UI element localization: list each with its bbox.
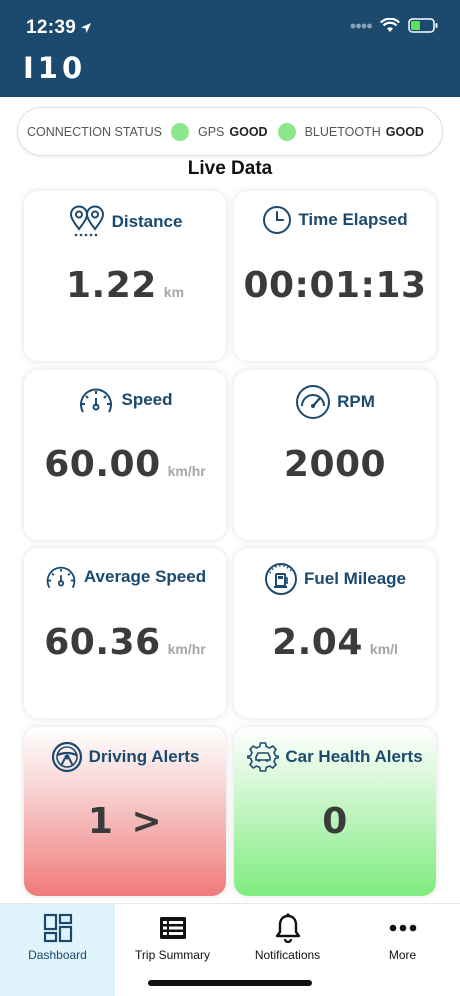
distance-value: 1.22 [65,265,157,306]
location-arrow-icon [81,23,92,33]
average-speed-label: Average Speed [83,567,207,586]
gps-label: GPS [197,124,225,139]
rpm-label: RPM [337,392,375,411]
list-icon [159,916,186,939]
rpm-card[interactable]: RPM 2000 [234,370,436,540]
fuel-mileage-card[interactable]: Fuel Mileage 2.04 km/l [234,548,436,718]
tab-more-label: More [388,948,417,962]
battery-icon [408,18,438,33]
page-title: I10 [23,51,87,85]
tab-more[interactable]: More [345,904,460,996]
speed-value-row: 60.00 km/hr [24,444,226,485]
speedometer-icon [46,566,76,589]
gps-status-dot [170,122,189,141]
status-time-text: 12:39 [26,17,77,38]
time-elapsed-label: Time Elapsed [298,210,408,229]
distance-card[interactable]: Distance 1.22 km [24,191,226,361]
driving-alerts-header: Driving Alerts [24,741,226,773]
bluetooth-status-dot [277,122,296,141]
distance-unit: km [163,284,185,300]
fuel-mileage-unit: km/l [369,641,398,657]
fuel-mileage-value-row: 2.04 km/l [234,622,436,663]
speedometer-icon [80,388,113,413]
tab-dashboard-label: Dashboard [28,948,87,962]
fuel-pump-icon [264,563,297,595]
fuel-mileage-label: Fuel Mileage [303,569,407,588]
time-elapsed-card[interactable]: Time Elapsed 00:01:13 [234,191,436,361]
fuel-mileage-value: 2.04 [272,622,363,663]
status-bar-indicators [350,18,438,33]
rpm-value: 2000 [283,444,387,485]
tab-trip-summary-label: Trip Summary [135,948,210,962]
app-screen: 12:39 I10 CONNECTION STATUS GPS GOOD BLU… [0,0,460,996]
time-elapsed-value: 00:01:13 [243,265,427,306]
car-health-alerts-label: Car Health Alerts [285,747,423,766]
car-health-alerts-card[interactable]: Car Health Alerts 0 [234,727,436,896]
bluetooth-label: BLUETOOTH [304,124,381,139]
more-dots-icon [389,924,416,931]
tab-dashboard[interactable]: Dashboard [0,904,115,996]
fuel-mileage-header: Fuel Mileage [234,562,436,596]
driving-alerts-card[interactable]: Driving Alerts 1 > [24,727,226,896]
time-elapsed-value-row: 00:01:13 [234,265,436,306]
average-speed-value: 60.36 [44,622,161,663]
steering-wheel-icon [51,741,82,773]
car-health-alerts-header: Car Health Alerts [234,741,436,773]
time-elapsed-header: Time Elapsed [234,205,436,235]
tab-notifications-label: Notifications [254,948,321,962]
gps-status: GOOD [229,124,268,139]
average-speed-value-row: 60.36 km/hr [24,622,226,663]
distance-value-row: 1.22 km [24,265,226,306]
driving-alerts-value-row: 1 > [24,801,226,842]
car-health-alerts-value: 0 [322,801,348,842]
speed-label: Speed [121,390,173,409]
speed-card[interactable]: Speed 60.00 km/hr [24,370,226,540]
dashboard-icon [43,913,72,942]
section-title: Live Data [187,158,273,179]
average-speed-card[interactable]: Average Speed 60.36 km/hr [24,548,226,718]
car-health-alerts-value-row: 0 [234,801,436,842]
driving-alerts-label: Driving Alerts [88,747,200,766]
average-speed-header: Average Speed [24,562,226,592]
car-gear-icon [247,742,280,772]
average-speed-unit: km/hr [167,641,206,657]
connection-status-bar: CONNECTION STATUS GPS GOOD BLUETOOTH GOO… [17,107,443,156]
chevron-right-icon[interactable]: > [131,801,162,842]
distance-label: Distance [111,212,183,231]
bell-icon [275,912,300,943]
rpm-value-row: 2000 [234,444,436,485]
connection-status-label: CONNECTION STATUS [27,124,162,139]
clock-icon [263,206,292,234]
speed-header: Speed [24,384,226,416]
app-header: 12:39 I10 [0,0,460,97]
home-indicator[interactable] [148,980,312,986]
distance-header: Distance [24,205,226,239]
bluetooth-status: GOOD [385,124,424,139]
signal-dots-icon [350,23,372,28]
status-bar-time: 12:39 [26,17,92,39]
driving-alerts-value: 1 [87,801,114,842]
wifi-icon [380,18,400,32]
rpm-header: RPM [234,384,436,420]
speed-unit: km/hr [167,463,206,479]
map-pins-icon [69,205,104,237]
gauge-icon [296,385,331,419]
speed-value: 60.00 [44,444,161,485]
